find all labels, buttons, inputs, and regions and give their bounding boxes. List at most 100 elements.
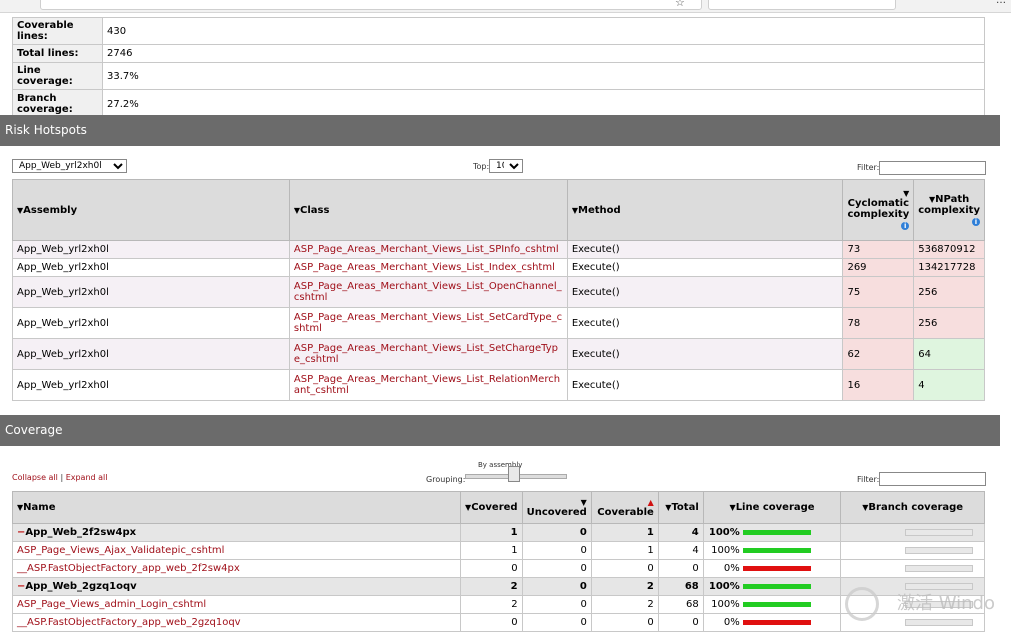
info-icon[interactable]: i: [972, 217, 980, 226]
cyclomatic-cell: 75: [842, 276, 915, 308]
class-link[interactable]: __ASP.FastObjectFactory_app_web_2f2sw4px: [12, 559, 461, 578]
line-coverage-cell: 100%: [702, 523, 842, 542]
bookmark-star-icon[interactable]: ☆: [675, 0, 685, 9]
assembly-cell: App_Web_yrl2xh0l: [12, 307, 290, 339]
sort-down-icon: ▼: [903, 189, 910, 198]
uncovered-cell: 0: [521, 523, 592, 542]
assembly-column-header[interactable]: ▼Assembly: [12, 179, 290, 241]
uncovered-cell: 0: [521, 559, 592, 578]
cyclomatic-cell: 16: [842, 369, 915, 401]
info-icon[interactable]: i: [901, 222, 910, 230]
collapse-all-link[interactable]: Collapse all: [12, 473, 58, 482]
cyclomatic-column-header[interactable]: ▼ Cyclomatic complexity i: [842, 179, 915, 241]
covered-cell: 2: [459, 595, 523, 614]
address-bar[interactable]: [40, 0, 702, 10]
coverage-bar-green: [743, 583, 812, 589]
line-coverage-cell: 100%: [702, 541, 842, 560]
branch-coverage-bar: [905, 564, 974, 572]
top-select[interactable]: 10: [489, 159, 523, 173]
grouping-label: Grouping:: [426, 475, 466, 484]
table-row[interactable]: −App_Web_2f2sw4px 1 0 1 4 100%: [12, 523, 985, 542]
coverage-header-row: ▼Name ▼Covered ▼ Uncovered ▲ Coverable ▼To…: [12, 491, 985, 524]
coverable-cell: 2: [590, 595, 659, 614]
line-coverage-percent: 100%: [708, 527, 740, 538]
cyclomatic-cell: 73: [842, 240, 915, 259]
coverage-table: ▼Name ▼Covered ▼ Uncovered ▲ Coverable ▼To…: [12, 491, 985, 632]
name-column-header[interactable]: ▼Name: [12, 491, 461, 524]
browser-search-box[interactable]: [708, 0, 896, 10]
coverage-filter-input[interactable]: [879, 472, 986, 486]
class-column-header[interactable]: ▼Class: [288, 179, 568, 241]
method-header-label: Method: [578, 204, 621, 216]
table-row: App_Web_yrl2xh0l ASP_Page_Areas_Merchant…: [12, 338, 985, 370]
assembly-cell: App_Web_yrl2xh0l: [12, 240, 290, 259]
class-link[interactable]: ASP_Page_Areas_Merchant_Views_List_SetCa…: [288, 307, 568, 339]
class-link[interactable]: ASP_Page_Areas_Merchant_Views_List_SetCh…: [288, 338, 568, 370]
covered-column-header[interactable]: ▼Covered: [459, 491, 523, 524]
covered-header-label: Covered: [471, 502, 518, 513]
coverage-header: Coverage: [0, 415, 1000, 446]
overflow-menu-icon[interactable]: …: [996, 0, 1006, 6]
npath-cell: 536870912: [913, 240, 985, 259]
class-link[interactable]: ASP_Page_Views_admin_Login_cshtml: [12, 595, 461, 614]
line-coverage-percent: 100%: [708, 581, 740, 592]
npath-column-header[interactable]: ▼NPath complexity i: [913, 179, 985, 241]
covered-cell: 1: [459, 523, 523, 542]
table-row: App_Web_yrl2xh0l ASP_Page_Areas_Merchant…: [12, 258, 985, 277]
branch-coverage-bar: [905, 546, 974, 554]
table-row[interactable]: −App_Web_2gzq1oqv 2 0 2 68 100%: [12, 577, 985, 596]
branch-coverage-cell: [840, 523, 985, 542]
group-name-label: App_Web_2gzq1oqv: [25, 581, 137, 592]
top-label: Top:: [473, 162, 490, 171]
link-separator: |: [60, 473, 64, 482]
assembly-group-name[interactable]: −App_Web_2f2sw4px: [12, 523, 461, 542]
class-link[interactable]: ASP_Page_Areas_Merchant_Views_List_OpenC…: [288, 276, 568, 308]
summary-table: Coverable lines: 430 Total lines: 2746 L…: [12, 17, 985, 119]
method-cell: Execute(): [566, 369, 844, 401]
line-coverage-column-header[interactable]: ▼Line coverage: [702, 491, 842, 524]
line-coverage-header-label: Line coverage: [735, 502, 815, 513]
assembly-select[interactable]: App_Web_yrl2xh0l: [12, 159, 127, 173]
expand-all-link[interactable]: Expand all: [66, 473, 108, 482]
grouping-slider-handle[interactable]: [508, 466, 520, 482]
branch-coverage-header-label: Branch coverage: [868, 502, 964, 513]
uncovered-header-label: Uncovered: [526, 506, 587, 518]
cyclomatic-cell: 269: [842, 258, 915, 277]
table-row: App_Web_yrl2xh0l ASP_Page_Areas_Merchant…: [12, 307, 985, 339]
method-cell: Execute(): [566, 276, 844, 308]
method-column-header[interactable]: ▼Method: [566, 179, 844, 241]
line-coverage-cell: 100%: [702, 577, 842, 596]
table-row: App_Web_yrl2xh0l ASP_Page_Areas_Merchant…: [12, 276, 985, 308]
uncovered-cell: 0: [521, 577, 592, 596]
risk-header-row: ▼Assembly ▼Class ▼Method ▼ Cyclomatic com…: [12, 179, 985, 241]
covered-cell: 0: [459, 559, 523, 578]
method-cell: Execute(): [566, 338, 844, 370]
collapse-expand-links: Collapse all | Expand all: [12, 473, 108, 482]
watermark-text: 激活 Windo: [897, 593, 995, 614]
summary-value: 2746: [102, 44, 985, 63]
assembly-group-name[interactable]: −App_Web_2gzq1oqv: [12, 577, 461, 596]
uncovered-column-header[interactable]: ▼ Uncovered: [521, 491, 592, 524]
npath-cell: 256: [913, 307, 985, 339]
risk-filter-input[interactable]: [879, 161, 986, 175]
coverage-bar-red: [742, 565, 811, 571]
total-column-header[interactable]: ▼Total: [657, 491, 704, 524]
summary-label: Coverable lines:: [12, 17, 103, 45]
coverable-column-header[interactable]: ▲ Coverable: [590, 491, 659, 524]
class-link[interactable]: ASP_Page_Areas_Merchant_Views_List_SPInf…: [288, 240, 568, 259]
windows-activation-watermark: 激活 Windo: [845, 585, 1011, 623]
summary-label: Line coverage:: [12, 62, 103, 90]
total-cell: 0: [657, 559, 704, 578]
assembly-cell: App_Web_yrl2xh0l: [12, 369, 290, 401]
group-name-label: App_Web_2f2sw4px: [25, 527, 137, 538]
class-link[interactable]: ASP_Page_Views_Ajax_Validatepic_cshtml: [12, 541, 461, 560]
class-link[interactable]: ASP_Page_Areas_Merchant_Views_List_Relat…: [288, 369, 568, 401]
method-cell: Execute(): [566, 307, 844, 339]
cyclomatic-cell: 78: [842, 307, 915, 339]
coverable-cell: 1: [590, 541, 659, 560]
line-coverage-cell: 0%: [702, 559, 842, 578]
branch-coverage-column-header[interactable]: ▼Branch coverage: [840, 491, 985, 524]
class-link[interactable]: ASP_Page_Areas_Merchant_Views_List_Index…: [288, 258, 568, 277]
uncovered-cell: 0: [521, 541, 592, 560]
branch-coverage-bar: [905, 528, 974, 536]
